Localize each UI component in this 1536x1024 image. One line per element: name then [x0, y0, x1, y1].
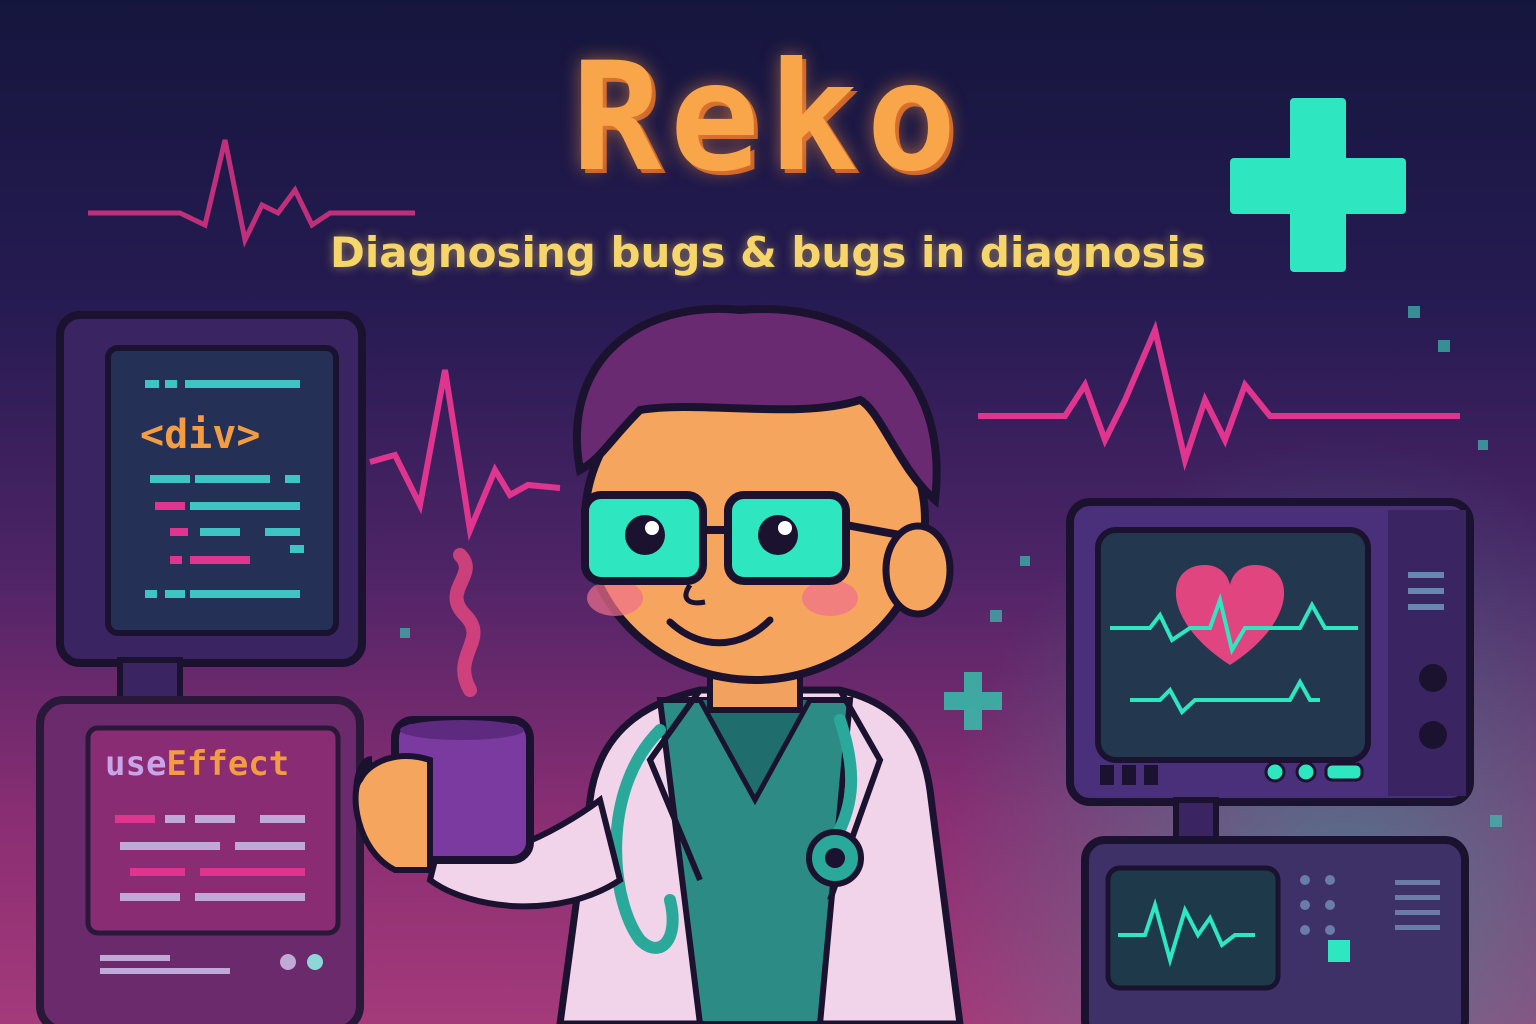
hook-prefix: use	[105, 744, 167, 784]
hook-suffix: Effect	[166, 744, 290, 784]
doctor	[426, 304, 964, 1024]
right-monitor	[1066, 498, 1474, 806]
right-lower-machine	[1081, 797, 1469, 1024]
heartbeat-line-icon	[978, 320, 1460, 472]
heartbeat-line-icon	[369, 369, 561, 541]
left-monitor	[56, 311, 366, 703]
div-tag-label: <div>	[140, 412, 261, 458]
coffee-mug-icon	[352, 716, 534, 873]
app-title: Reko	[571, 31, 965, 205]
medical-cross-icon	[944, 672, 1002, 730]
steam-icon	[449, 548, 481, 697]
tagline: Diagnosing bugs & bugs in diagnosis	[330, 228, 1206, 277]
use-effect-label: useEffect	[105, 744, 289, 784]
